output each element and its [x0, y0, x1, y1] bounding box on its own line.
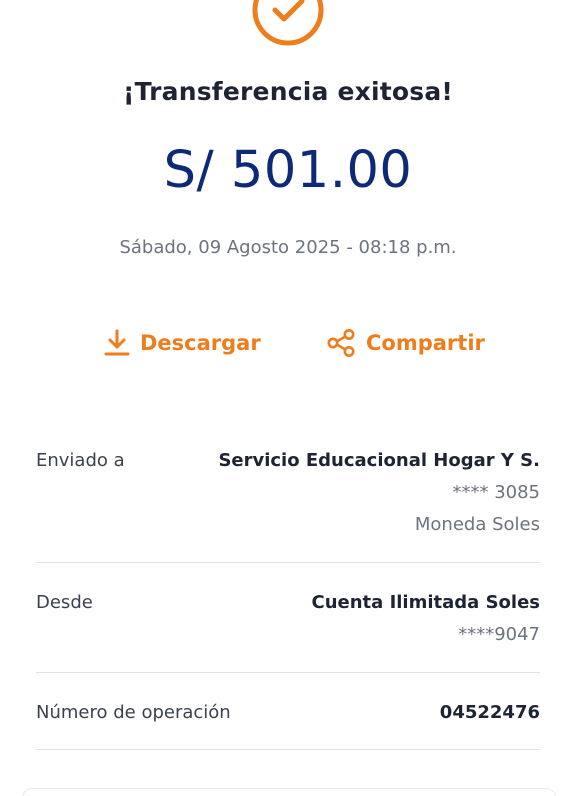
page-title: ¡Transferencia exitosa!	[123, 77, 453, 106]
download-label: Descargar	[140, 331, 261, 355]
share-button[interactable]: Compartir	[326, 326, 485, 360]
transfer-datetime: Sábado, 09 Agosto 2025 - 08:18 p.m.	[119, 237, 457, 258]
recipient-account: **** 3085	[452, 482, 540, 503]
operation-number-value: 04522476	[439, 702, 540, 723]
source-label: Desde	[36, 592, 93, 613]
share-icon	[327, 329, 355, 357]
recipient-name: Servicio Educacional Hogar Y S.	[218, 450, 540, 471]
transfer-receipt-screen: ¡Transferencia exitosa! S/ 501.00 Sábado…	[0, 0, 576, 796]
check-circle-icon	[252, 0, 324, 46]
divider	[36, 562, 540, 563]
divider	[36, 672, 540, 673]
recipient-currency: Moneda Soles	[414, 514, 540, 535]
recipient-label: Enviado a	[36, 450, 125, 471]
source-account-number: ****9047	[458, 624, 540, 645]
operation-number-label: Número de operación	[36, 702, 231, 723]
share-label: Compartir	[366, 331, 485, 355]
source-account-name: Cuenta Ilimitada Soles	[311, 592, 541, 613]
divider	[36, 749, 540, 750]
download-button[interactable]: Descargar	[104, 326, 261, 360]
bottom-card	[22, 788, 556, 796]
transfer-amount: S/ 501.00	[163, 141, 413, 200]
download-icon	[104, 329, 130, 356]
